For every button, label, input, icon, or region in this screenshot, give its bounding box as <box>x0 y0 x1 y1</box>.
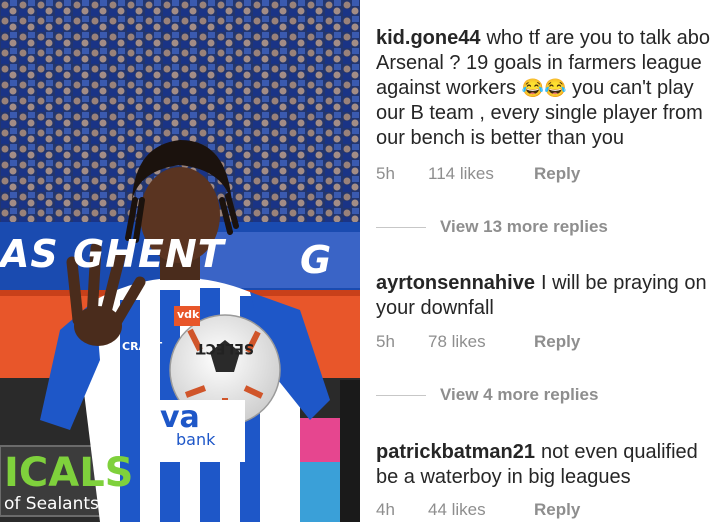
comment-text: be a waterboy in big leagues <box>376 466 631 488</box>
reply-button[interactable]: Reply <box>534 164 580 184</box>
reply-button[interactable]: Reply <box>534 500 580 520</box>
shirt-brand: CRAFT <box>122 340 163 353</box>
comment-line: patrickbatman21 not even qualified <box>376 440 720 465</box>
comment-username[interactable]: kid.gone44 <box>376 27 480 49</box>
sign-text-main: ICALS <box>4 450 134 496</box>
comment-text: our bench is better than you <box>376 127 624 149</box>
comment-username[interactable]: ayrtonsennahive <box>376 272 535 294</box>
comment-text: I will be praying on <box>540 272 707 294</box>
comment-item: patrickbatman21 not even qualified be a w… <box>376 440 720 490</box>
reply-button[interactable]: Reply <box>534 332 580 352</box>
shirt-badge: vdk <box>177 308 200 321</box>
comment-time: 5h <box>376 164 395 183</box>
comment-likes[interactable]: 114 likes <box>428 164 534 184</box>
ball-text: SELECT <box>196 340 254 356</box>
comment-text: not even qualified <box>540 441 698 463</box>
comment-line: against workers 😂😂 you can't play <box>376 76 720 101</box>
comment-text: you can't play <box>572 77 694 99</box>
view-more-label: View 13 more replies <box>440 217 608 236</box>
divider-line <box>376 227 426 229</box>
comment-meta: 5h 114 likes Reply <box>376 164 580 184</box>
comment-text: your downfall <box>376 297 494 319</box>
comment-item: ayrtonsennahive I will be praying on your… <box>376 271 720 321</box>
comment-item: kid.gone44 who tf are you to talk abo Ars… <box>376 26 720 151</box>
comment-line: ayrtonsennahive I will be praying on <box>376 271 720 296</box>
view-more-label: View 4 more replies <box>440 385 599 404</box>
comment-meta: 5h 78 likes Reply <box>376 332 580 352</box>
comment-time: 4h <box>376 500 395 519</box>
comment-username[interactable]: patrickbatman21 <box>376 441 535 463</box>
comment-text: who tf are you to talk abo <box>486 27 710 49</box>
banner-text-right: G <box>300 238 332 282</box>
comment-text: Arsenal ? 19 goals in farmers league <box>376 52 702 74</box>
comment-meta: 4h 44 likes Reply <box>376 500 580 520</box>
screenshot: AS GHENT G ICALS of Sealants va bank CRA… <box>0 0 720 522</box>
view-more-replies-button[interactable]: View 4 more replies <box>376 385 598 405</box>
sign-text-sub: of Sealants <box>4 494 99 514</box>
comment-text: our B team , every single player from <box>376 102 703 124</box>
comments-panel: kid.gone44 who tf are you to talk abo Ars… <box>360 0 720 522</box>
comment-text: against workers <box>376 77 517 99</box>
laughing-emoji-icon: 😂😂 <box>521 78 567 98</box>
view-more-replies-button[interactable]: View 13 more replies <box>376 217 608 237</box>
comment-likes[interactable]: 44 likes <box>428 500 534 520</box>
comment-likes[interactable]: 78 likes <box>428 332 534 352</box>
comment-time: 5h <box>376 332 395 351</box>
banner-text-left: AS GHENT <box>0 232 225 276</box>
comment-line: kid.gone44 who tf are you to talk abo <box>376 26 720 51</box>
divider-line <box>376 395 426 397</box>
shirt-sponsor-line2: bank <box>176 430 216 449</box>
post-photo: AS GHENT G ICALS of Sealants va bank CRA… <box>0 0 360 522</box>
